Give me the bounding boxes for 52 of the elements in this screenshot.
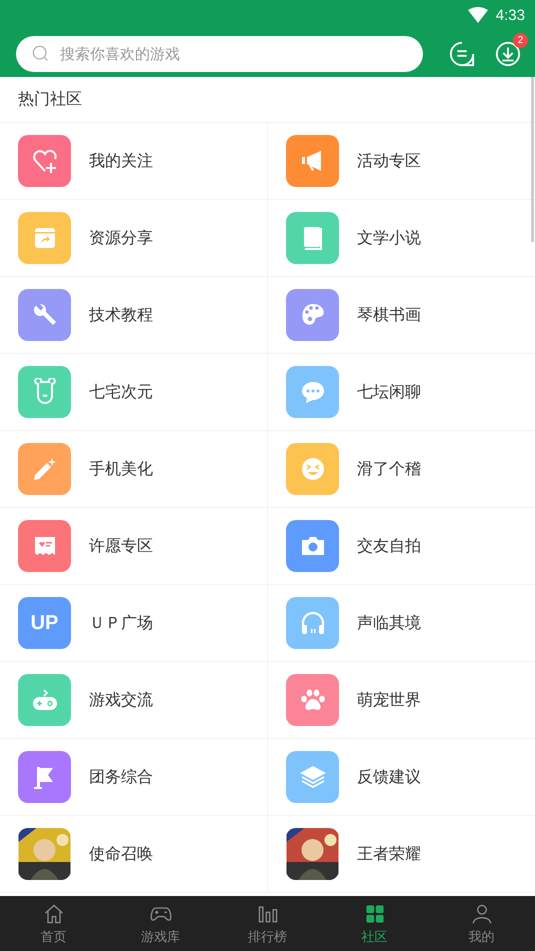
community-item[interactable]: 手机美化 xyxy=(0,431,268,508)
search-icon xyxy=(32,44,50,62)
community-name: 交友自拍 xyxy=(357,536,421,556)
community-name: 文学小说 xyxy=(357,228,421,248)
community-item[interactable]: 王者荣耀 xyxy=(268,816,535,893)
community-name: 我的关注 xyxy=(89,150,153,172)
community-item[interactable]: 许愿专区 xyxy=(0,508,268,585)
community-item[interactable]: 活动专区 xyxy=(268,123,535,200)
community-name: 王者荣耀 xyxy=(357,844,421,864)
community-name: 活动专区 xyxy=(357,150,421,172)
community-item[interactable]: 交友自拍 xyxy=(268,508,535,585)
community-item[interactable]: 技术教程 xyxy=(0,277,268,354)
community-name: 许愿专区 xyxy=(89,536,153,556)
community-name: 声临其境 xyxy=(357,612,421,634)
status-time: 4:33 xyxy=(496,6,525,24)
community-item[interactable]: 琴棋书画 xyxy=(268,277,535,354)
community-name: ＵＰ广场 xyxy=(89,612,153,634)
community-item[interactable]: 萌宠世界 xyxy=(268,662,535,739)
community-name: 使命召唤 xyxy=(89,844,153,864)
community-name: 琴棋书画 xyxy=(357,304,421,326)
community-name: 七坛闲聊 xyxy=(357,382,421,402)
community-item[interactable]: 反馈建议 xyxy=(268,739,535,816)
community-item[interactable]: 滑了个稽 xyxy=(268,431,535,508)
community-icon: UP xyxy=(18,597,71,649)
community-item[interactable]: 我的关注 xyxy=(0,123,268,200)
community-item[interactable]: 七宅次元 xyxy=(0,354,268,431)
community-name: 团务综合 xyxy=(89,766,153,788)
nav-tab[interactable]: 游戏库 xyxy=(107,896,214,951)
community-name: 滑了个稽 xyxy=(357,458,421,480)
community-item[interactable]: 使命召唤 xyxy=(0,816,268,893)
community-name: 萌宠世界 xyxy=(357,690,421,710)
search-field[interactable]: 搜索你喜欢的游戏 xyxy=(16,36,423,72)
community-item[interactable]: 游戏交流 xyxy=(0,662,268,739)
community-name: 技术教程 xyxy=(89,304,153,326)
community-name: 游戏交流 xyxy=(89,690,153,710)
community-name: 资源分享 xyxy=(89,228,153,248)
nav-tab[interactable]: 排行榜 xyxy=(214,896,321,951)
download-count-badge: 2 xyxy=(513,32,528,48)
community-name: 七宅次元 xyxy=(89,382,153,402)
community-name: 反馈建议 xyxy=(357,766,421,788)
nav-tab[interactable]: 社区 xyxy=(321,896,428,951)
nav-tab[interactable]: 我的 xyxy=(428,896,535,951)
community-item[interactable]: 资源分享 xyxy=(0,200,268,277)
community-item[interactable]: 文学小说 xyxy=(268,200,535,277)
community-item[interactable]: 团务综合 xyxy=(0,739,268,816)
community-item[interactable]: 七坛闲聊 xyxy=(268,354,535,431)
community-item[interactable]: 声临其境 xyxy=(268,585,535,662)
message-icon[interactable] xyxy=(449,40,475,66)
community-item[interactable]: UP ＵＰ广场 xyxy=(0,585,268,662)
community-name: 手机美化 xyxy=(89,458,153,480)
wifi-icon xyxy=(468,7,488,23)
nav-tab[interactable]: 首页 xyxy=(0,896,107,951)
